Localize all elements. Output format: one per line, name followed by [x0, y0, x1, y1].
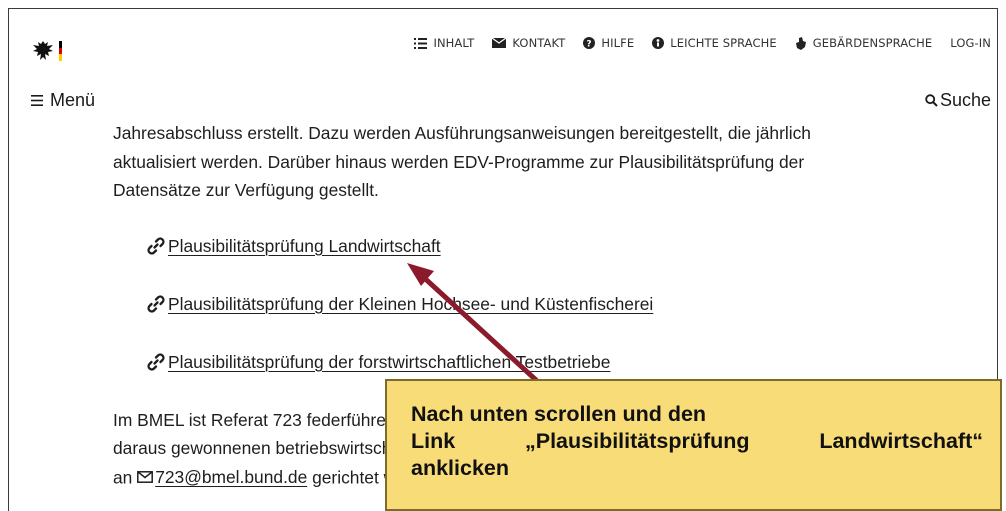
- question-icon: ?: [583, 37, 596, 50]
- nav-inhalt[interactable]: INHALT: [414, 36, 474, 50]
- hamburger-icon: [31, 95, 43, 106]
- menu-label: Menü: [50, 90, 96, 110]
- link-plausibility-agriculture[interactable]: Plausibilitätsprüfung Landwirtschaft: [168, 232, 441, 261]
- chain-link-icon: [147, 236, 165, 255]
- top-navigation: INHALT KONTAKT ? HILFE LEICHTE SPRACHE G…: [414, 36, 991, 50]
- callout-line-3: anklicken: [411, 456, 509, 480]
- envelope-outline-icon: [137, 470, 154, 483]
- nav-leichte-sprache[interactable]: LEICHTE SPRACHE: [652, 36, 777, 50]
- instruction-callout: Nach unten scrollen und den Link „Plausi…: [385, 379, 1002, 511]
- nav-inhalt-label: INHALT: [433, 36, 475, 50]
- nav-gebaerdensprache-label: GEBÄRDENSPRACHE: [812, 36, 933, 50]
- callout-word: Link: [411, 429, 456, 453]
- email-link-wrapper: 723@bmel.bund.de: [137, 463, 307, 492]
- callout-word: Landwirtschaft“: [819, 429, 983, 453]
- nav-login-label: LOG-IN: [950, 36, 991, 50]
- nav-hilfe[interactable]: ? HILFE: [583, 36, 634, 50]
- email-link[interactable]: 723@bmel.bund.de: [155, 463, 307, 492]
- intro-line: Datensätze zur Verfügung gestellt.: [113, 180, 379, 200]
- callout-line-1: Nach unten scrollen und den: [411, 402, 707, 426]
- link-plausibility-forestry[interactable]: Plausibilitätsprüfung der forstwirtschaf…: [168, 348, 610, 377]
- chain-link-icon: [147, 352, 165, 371]
- nav-kontakt-label: KONTAKT: [512, 36, 566, 50]
- search-icon: [925, 94, 938, 107]
- federal-eagle-logo[interactable]: [32, 40, 54, 62]
- list-icon: [414, 37, 428, 49]
- link-item: Plausibilitätsprüfung der Kleinen Hochse…: [147, 290, 893, 348]
- callout-word: „Plausibilitätsprüfung: [524, 429, 750, 453]
- svg-text:?: ?: [587, 40, 592, 50]
- nav-kontakt[interactable]: KONTAKT: [492, 36, 565, 50]
- search-label: Suche: [939, 90, 991, 110]
- site-header: INHALT KONTAKT ? HILFE LEICHTE SPRACHE G…: [9, 9, 997, 111]
- easy-language-icon: [652, 37, 665, 49]
- intro-paragraph: Jahresabschluss erstellt. Dazu werden Au…: [113, 119, 893, 205]
- body-line: an: [113, 466, 133, 487]
- link-item: Plausibilitätsprüfung Landwirtschaft: [147, 232, 893, 290]
- intro-line: aktualisiert werden. Darüber hinaus werd…: [113, 151, 805, 172]
- nav-login[interactable]: LOG-IN: [950, 36, 991, 50]
- intro-line: Jahresabschluss erstellt. Dazu werden Au…: [113, 123, 811, 143]
- menu-button[interactable]: Menü: [31, 90, 95, 111]
- link-plausibility-fishery[interactable]: Plausibilitätsprüfung der Kleinen Hochse…: [168, 290, 653, 319]
- callout-line-2: Link „Plausibilitätsprüfung Landwirtscha…: [411, 428, 983, 455]
- chain-link-icon: [147, 294, 165, 313]
- nav-leichte-sprache-label: LEICHTE SPRACHE: [670, 36, 777, 50]
- german-flag-stripe: [59, 41, 62, 62]
- nav-gebaerdensprache[interactable]: GEBÄRDENSPRACHE: [795, 36, 933, 50]
- sign-language-icon: [795, 36, 806, 50]
- envelope-icon: [492, 38, 507, 48]
- nav-hilfe-label: HILFE: [601, 36, 635, 50]
- search-button[interactable]: Suche: [925, 90, 991, 111]
